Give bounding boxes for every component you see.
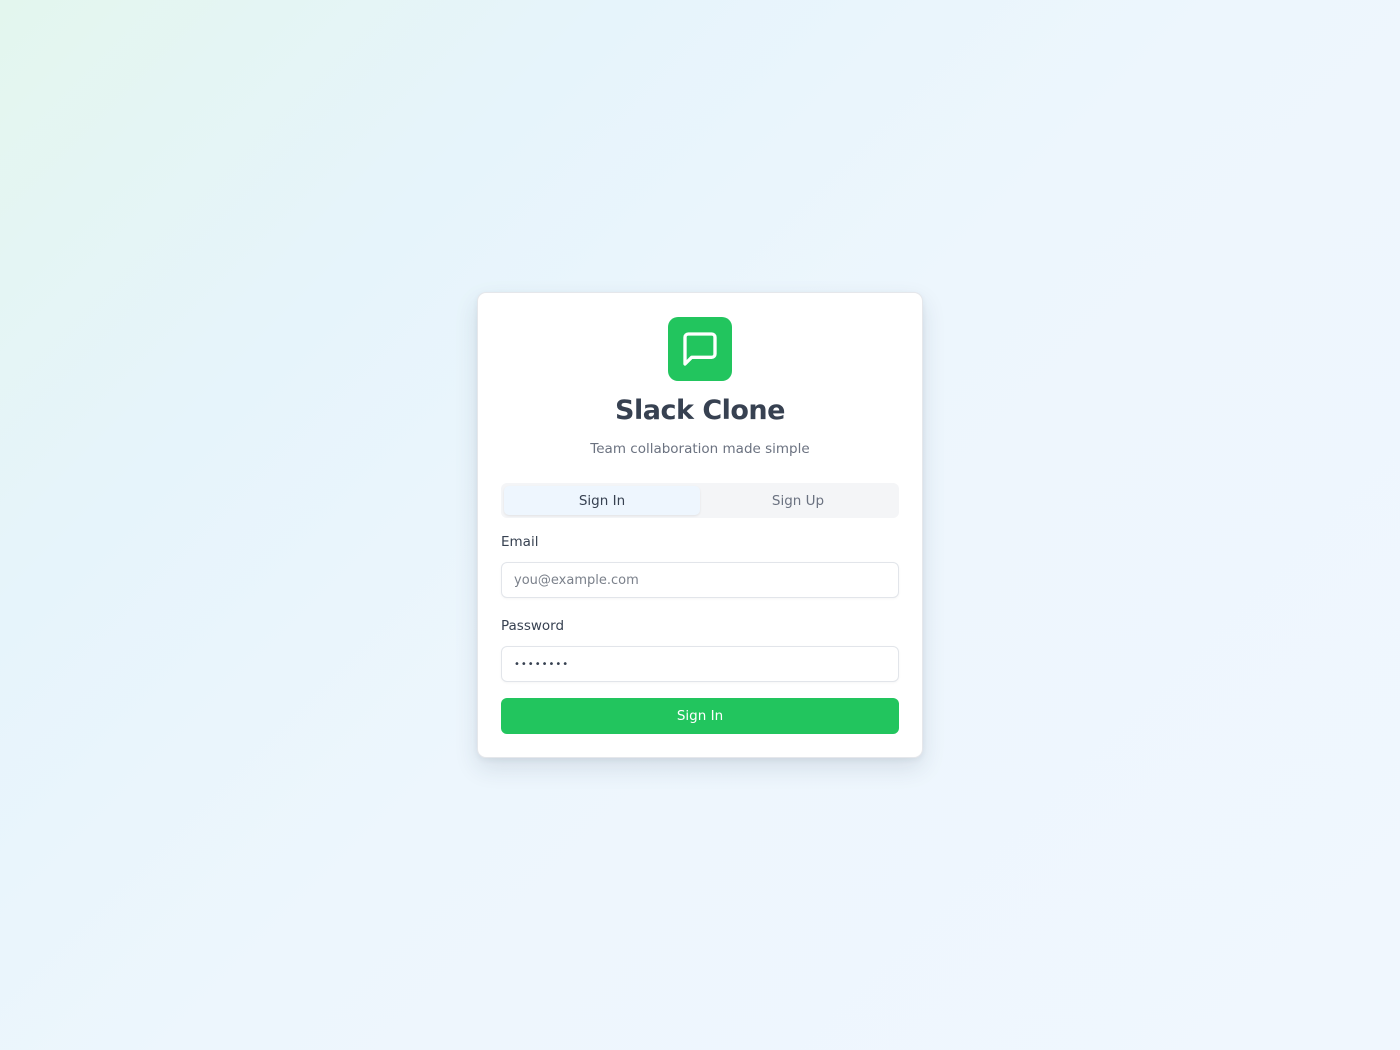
app-subtitle: Team collaboration made simple [590,441,810,457]
app-logo [668,317,732,381]
chat-bubble-icon [683,332,717,366]
password-field[interactable] [501,646,899,682]
auth-tabs: Sign In Sign Up [501,483,899,518]
email-field[interactable] [501,562,899,598]
tab-sign-up[interactable]: Sign Up [700,486,896,515]
app-title: Slack Clone [615,395,785,426]
sign-in-button[interactable]: Sign In [501,698,899,734]
email-label: Email [501,534,539,550]
auth-card: Slack Clone Team collaboration made simp… [477,292,923,758]
tab-sign-in[interactable]: Sign In [504,486,700,515]
password-label: Password [501,618,565,634]
